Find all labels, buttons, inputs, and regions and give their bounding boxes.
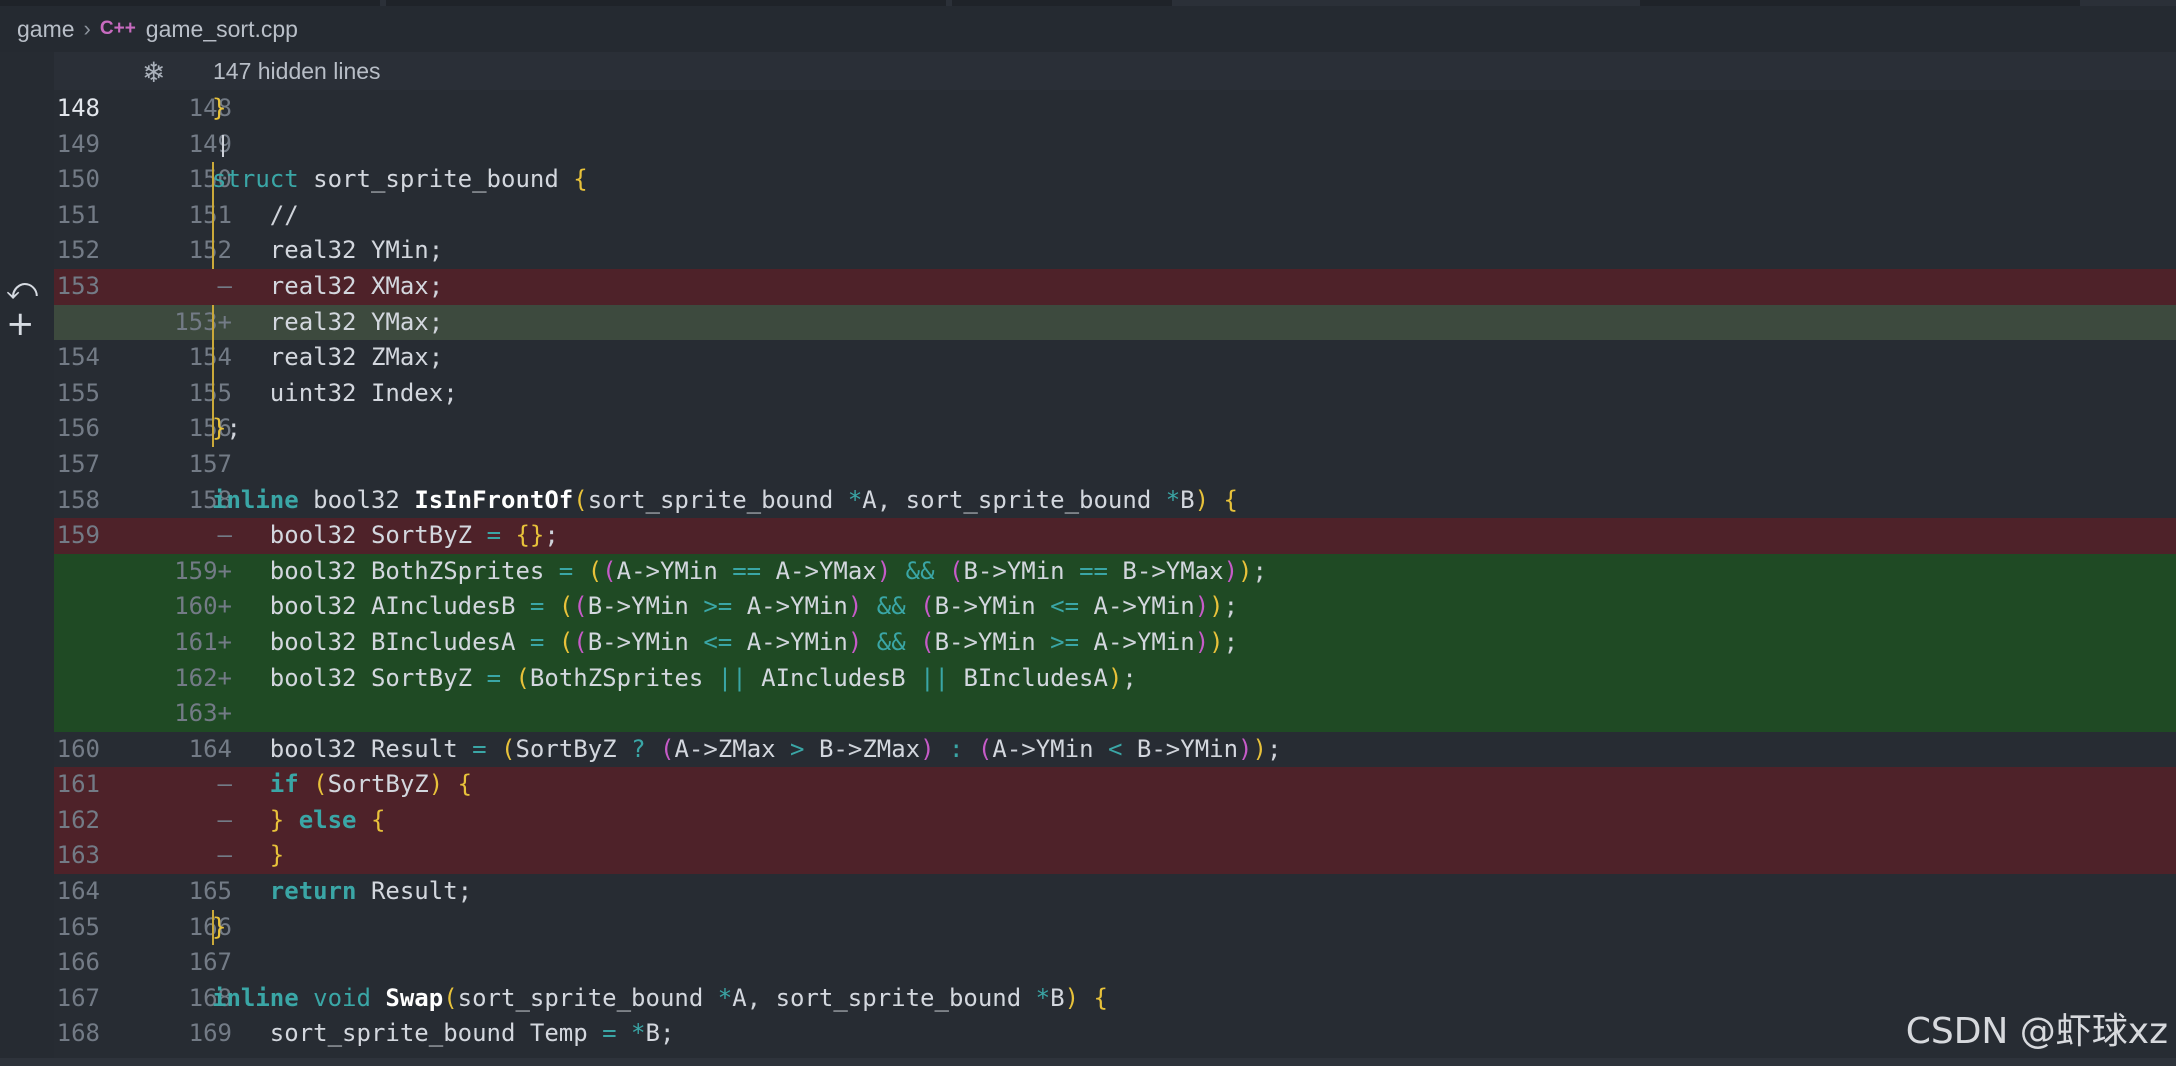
old-line-number: 155 xyxy=(56,378,100,407)
old-line-number: 156 xyxy=(56,414,100,443)
code-text[interactable]: real32 YMax; xyxy=(212,305,443,341)
old-line-number: 152 xyxy=(56,236,100,265)
code-text[interactable]: if (SortByZ) { xyxy=(212,767,472,803)
old-line-number: 160 xyxy=(56,734,100,763)
old-line-number: 158 xyxy=(56,485,100,514)
added-line[interactable]: 161+ bool32 BIncludesA = ((B->YMin <= A-… xyxy=(54,624,2176,661)
old-line-number: 150 xyxy=(56,165,100,194)
breadcrumb-file[interactable]: game_sort.cpp xyxy=(146,16,298,43)
old-line-number: 161 xyxy=(56,770,100,799)
code-text[interactable]: struct sort_sprite_bound { xyxy=(212,162,588,198)
old-line-number: 149 xyxy=(56,129,100,158)
code-text[interactable]: } xyxy=(212,91,226,127)
code-line[interactable]: 160 164 bool32 Result = (SortByZ ? (A->ZM… xyxy=(54,732,2176,768)
code-text[interactable]: }; xyxy=(212,411,241,447)
old-line-number: 162 xyxy=(56,805,100,834)
code-line[interactable]: 151 151 // xyxy=(54,197,2176,234)
old-line-number: 165 xyxy=(56,912,100,941)
code-text[interactable]: } xyxy=(212,838,284,874)
code-text[interactable]: bool32 BIncludesA = ((B->YMin <= A->YMin… xyxy=(212,625,1238,661)
old-line-number: 164 xyxy=(56,877,100,906)
old-line-number: 167 xyxy=(56,983,100,1012)
chevron-right-icon: › xyxy=(83,16,91,41)
code-line[interactable]: 168 169 sort_sprite_bound Temp = *B; xyxy=(54,1016,2176,1052)
old-line-number: 157 xyxy=(56,449,100,478)
deleted-line[interactable]: 162— } else { xyxy=(54,802,2176,839)
code-line[interactable]: 157 157 xyxy=(54,447,2176,483)
code-line[interactable]: 152 152 real32 YMin; xyxy=(54,233,2176,269)
deleted-line[interactable]: 159— bool32 SortByZ = {}; xyxy=(54,518,2176,554)
code-line[interactable]: 158 158 inline bool32 IsInFrontOf(sort_spr… xyxy=(54,483,2176,519)
code-line[interactable]: 150 150 struct sort_sprite_bound { xyxy=(54,162,2176,198)
old-line-number: 159 xyxy=(56,521,100,550)
added-line[interactable]: 159+ bool32 BothZSprites = ((A->YMin == … xyxy=(54,553,2176,590)
code-line[interactable]: 166 167 xyxy=(54,945,2176,981)
code-text[interactable]: inline void Swap(sort_sprite_bound *A, s… xyxy=(212,981,1108,1017)
watermark: CSDN @虾球xz xyxy=(1905,1011,2168,1052)
code-line[interactable]: 149 149 xyxy=(54,127,2176,163)
code-line[interactable]: 164 165 return Result; xyxy=(54,874,2176,910)
code-text[interactable]: sort_sprite_bound Temp = *B; xyxy=(212,1016,675,1052)
cpp-file-icon: C++ xyxy=(99,18,136,39)
code-text[interactable]: bool32 SortByZ = (BothZSprites || AInclu… xyxy=(212,661,1137,697)
code-lines: 148 148} 149 149 150 150 struct sort_sprite_bo… xyxy=(54,91,2176,1052)
old-line-number: 166 xyxy=(56,948,100,977)
hidden-lines-bar[interactable]: ❄ 147 hidden lines xyxy=(54,52,2176,90)
new-line-number: 167 xyxy=(188,948,232,977)
diff-editor[interactable]: ❄ 147 hidden lines 148 148} 149 149 150 150st… xyxy=(54,52,2176,1066)
old-line-number: 163 xyxy=(56,841,100,870)
breadcrumb: game › C++ game_sort.cpp xyxy=(0,6,2176,52)
added-line[interactable]: 162+ bool32 SortByZ = (BothZSprites || A… xyxy=(54,660,2176,697)
code-text[interactable]: } xyxy=(212,910,226,946)
text-cursor-icon xyxy=(222,134,224,157)
code-line[interactable]: 154 154 real32 ZMax; xyxy=(54,340,2176,376)
code-line[interactable]: 167 168 inline void Swap(sort_sprite_bound… xyxy=(54,981,2176,1017)
new-line-number: 157 xyxy=(188,449,232,478)
hidden-lines-label: 147 hidden lines xyxy=(213,58,381,84)
deleted-line[interactable]: 161— if (SortByZ) { xyxy=(54,767,2176,803)
deleted-line[interactable]: 163— } xyxy=(54,838,2176,875)
code-text[interactable]: // xyxy=(212,198,299,234)
diff-gutter: ⤺ + xyxy=(0,52,54,1066)
code-line[interactable]: 155 155 uint32 Index; xyxy=(54,375,2176,412)
old-line-number: 154 xyxy=(56,343,100,372)
code-line[interactable]: 165 166} xyxy=(54,909,2176,946)
code-text[interactable]: bool32 AIncludesB = ((B->YMin >= A->YMin… xyxy=(212,589,1238,625)
code-text[interactable]: bool32 BothZSprites = ((A->YMin == A->YM… xyxy=(212,554,1267,590)
breadcrumb-folder[interactable]: game xyxy=(17,16,75,43)
code-line[interactable]: 148 148} xyxy=(54,91,2176,127)
code-text[interactable]: } else { xyxy=(212,803,386,839)
code-text[interactable]: inline bool32 IsInFrontOf(sort_sprite_bo… xyxy=(212,483,1238,519)
code-text[interactable]: return Result; xyxy=(212,874,472,910)
code-text[interactable]: uint32 Index; xyxy=(212,376,458,412)
horizontal-scrollbar[interactable] xyxy=(0,1058,2176,1066)
new-line-number: 163+ xyxy=(174,699,232,728)
code-text[interactable]: bool32 Result = (SortByZ ? (A->ZMax > B-… xyxy=(212,732,1282,768)
code-text[interactable]: real32 XMax; xyxy=(212,269,443,305)
unfold-icon[interactable]: ❄ xyxy=(142,56,165,89)
code-text[interactable]: real32 ZMax; xyxy=(212,340,443,376)
old-line-number: 148 xyxy=(56,94,100,122)
code-text[interactable]: real32 YMin; xyxy=(212,233,443,269)
deleted-line[interactable]: 153— real32 XMax; xyxy=(54,268,2176,305)
added-line[interactable]: 163+ xyxy=(54,696,2176,732)
code-text[interactable]: bool32 SortByZ = {}; xyxy=(212,518,559,554)
old-line-number: 153 xyxy=(56,271,100,300)
added-line[interactable]: 153+ real32 YMax; xyxy=(54,304,2176,341)
added-line[interactable]: 160+ bool32 AIncludesB = ((B->YMin >= A-… xyxy=(54,589,2176,625)
revert-icon[interactable]: ⤺ xyxy=(6,272,38,307)
code-line[interactable]: 156 156}; xyxy=(54,411,2176,447)
plus-icon[interactable]: + xyxy=(6,304,35,344)
new-line-number: 149 xyxy=(188,129,232,158)
old-line-number: 151 xyxy=(56,200,100,229)
old-line-number: 168 xyxy=(56,1019,100,1048)
